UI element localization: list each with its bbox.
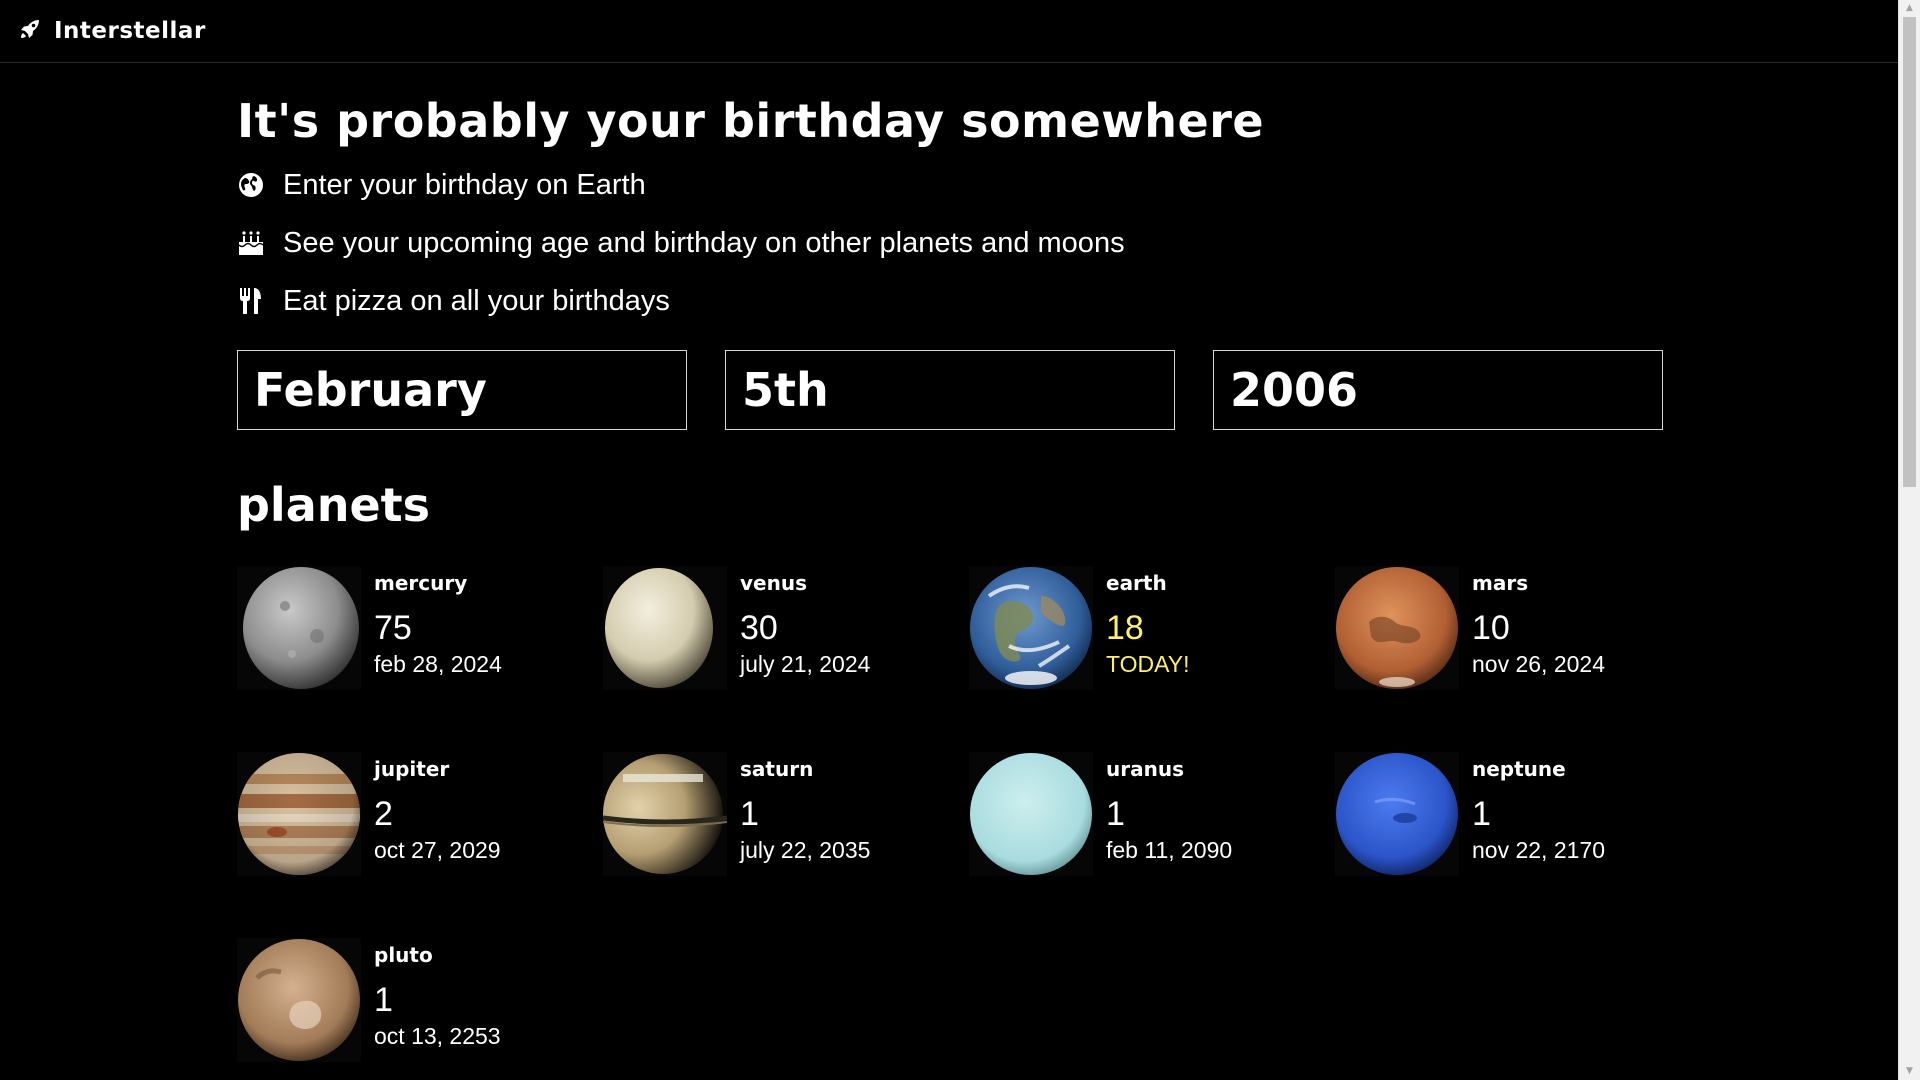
day-input[interactable] bbox=[725, 350, 1175, 430]
jupiter-image bbox=[237, 752, 361, 876]
scrollbar-thumb[interactable] bbox=[1903, 17, 1916, 487]
planet-birthday: oct 13, 2253 bbox=[374, 1023, 501, 1049]
planet-info: uranus 1 feb 11, 2090 bbox=[1106, 752, 1232, 876]
planet-name: jupiter bbox=[374, 757, 450, 781]
scroll-down-arrow-icon[interactable]: ▼ bbox=[1899, 1063, 1920, 1080]
planet-name: venus bbox=[740, 571, 807, 595]
planet-birthday: feb 28, 2024 bbox=[374, 651, 502, 677]
step-text: Eat pizza on all your birthdays bbox=[283, 284, 670, 317]
planet-info: saturn 1 july 22, 2035 bbox=[740, 752, 870, 876]
planet-info: mars 10 nov 26, 2024 bbox=[1472, 566, 1605, 690]
page-headline: It's probably your birthday somewhere bbox=[237, 94, 1265, 148]
main-content: It's probably your birthday somewhere En… bbox=[237, 90, 1663, 1062]
scroll-up-arrow-icon[interactable]: ▲ bbox=[1899, 0, 1920, 17]
birthday-form bbox=[237, 350, 1663, 430]
planet-card-mars: mars 10 nov 26, 2024 bbox=[1335, 566, 1701, 690]
planet-card-neptune: neptune 1 nov 22, 2170 bbox=[1335, 752, 1701, 876]
planet-info: venus 30 july 21, 2024 bbox=[740, 566, 870, 690]
planet-name: saturn bbox=[740, 757, 814, 781]
planet-birthday: feb 11, 2090 bbox=[1106, 837, 1233, 863]
vertical-scrollbar[interactable]: ▲ ▼ bbox=[1898, 0, 1920, 1080]
planet-birthday: july 21, 2024 bbox=[740, 651, 871, 677]
planet-birthday: nov 22, 2170 bbox=[1472, 837, 1606, 863]
pluto-image bbox=[237, 938, 361, 1062]
planet-name: mercury bbox=[374, 571, 468, 595]
brand-link[interactable]: Interstellar bbox=[18, 17, 206, 45]
uranus-image bbox=[969, 752, 1093, 876]
planet-age: 1 bbox=[1106, 795, 1125, 833]
utensils-icon bbox=[237, 286, 265, 316]
planet-info: jupiter 2 oct 27, 2029 bbox=[374, 752, 501, 876]
month-input[interactable] bbox=[237, 350, 687, 430]
step-item: Eat pizza on all your birthdays bbox=[237, 272, 1663, 330]
venus-image bbox=[603, 566, 727, 690]
planet-age: 30 bbox=[740, 609, 778, 647]
planet-birthday: july 22, 2035 bbox=[740, 837, 871, 863]
earth-image bbox=[969, 566, 1093, 690]
planet-name: neptune bbox=[1472, 757, 1566, 781]
planet-name: uranus bbox=[1106, 757, 1184, 781]
steps-list: Enter your birthday on Earth See your up… bbox=[237, 156, 1663, 330]
planet-birthday: TODAY! bbox=[1106, 651, 1190, 677]
planet-name: pluto bbox=[374, 943, 433, 967]
planet-info: pluto 1 oct 13, 2253 bbox=[374, 938, 501, 1062]
planet-birthday: oct 27, 2029 bbox=[374, 837, 501, 863]
mercury-image bbox=[237, 566, 361, 690]
globe-icon bbox=[237, 170, 265, 200]
planet-age: 1 bbox=[740, 795, 759, 833]
year-input[interactable] bbox=[1213, 350, 1663, 430]
planet-card-pluto: pluto 1 oct 13, 2253 bbox=[237, 938, 603, 1062]
planet-info: mercury 75 feb 28, 2024 bbox=[374, 566, 502, 690]
planet-info: earth 18 TODAY! bbox=[1106, 566, 1190, 690]
planet-age: 75 bbox=[374, 609, 412, 647]
birthday-cake-icon bbox=[237, 228, 265, 258]
planet-age: 1 bbox=[374, 981, 393, 1019]
planet-card-saturn: saturn 1 july 22, 2035 bbox=[603, 752, 969, 876]
planet-age: 10 bbox=[1472, 609, 1510, 647]
planet-age: 1 bbox=[1472, 795, 1491, 833]
rocket-icon bbox=[18, 17, 42, 45]
navbar: Interstellar bbox=[0, 0, 1899, 63]
planet-card-mercury: mercury 75 feb 28, 2024 bbox=[237, 566, 603, 690]
step-text: Enter your birthday on Earth bbox=[283, 168, 646, 201]
step-item: See your upcoming age and birthday on ot… bbox=[237, 214, 1663, 272]
brand-name: Interstellar bbox=[54, 18, 206, 44]
mars-image bbox=[1335, 566, 1459, 690]
planet-card-venus: venus 30 july 21, 2024 bbox=[603, 566, 969, 690]
planet-age: 2 bbox=[374, 795, 393, 833]
planet-birthday: nov 26, 2024 bbox=[1472, 651, 1606, 677]
step-text: See your upcoming age and birthday on ot… bbox=[283, 226, 1125, 259]
planet-age: 18 bbox=[1106, 609, 1144, 647]
step-item: Enter your birthday on Earth bbox=[237, 156, 1663, 214]
planets-grid: mercury 75 feb 28, 2024 venus 30 july 21… bbox=[237, 566, 1663, 1062]
planets-heading: planets bbox=[237, 478, 431, 532]
planet-name: earth bbox=[1106, 571, 1167, 595]
saturn-image bbox=[603, 752, 727, 876]
planet-card-uranus: uranus 1 feb 11, 2090 bbox=[969, 752, 1335, 876]
planet-info: neptune 1 nov 22, 2170 bbox=[1472, 752, 1605, 876]
planet-card-earth: earth 18 TODAY! bbox=[969, 566, 1335, 690]
planet-name: mars bbox=[1472, 571, 1529, 595]
neptune-image bbox=[1335, 752, 1459, 876]
planet-card-jupiter: jupiter 2 oct 27, 2029 bbox=[237, 752, 603, 876]
